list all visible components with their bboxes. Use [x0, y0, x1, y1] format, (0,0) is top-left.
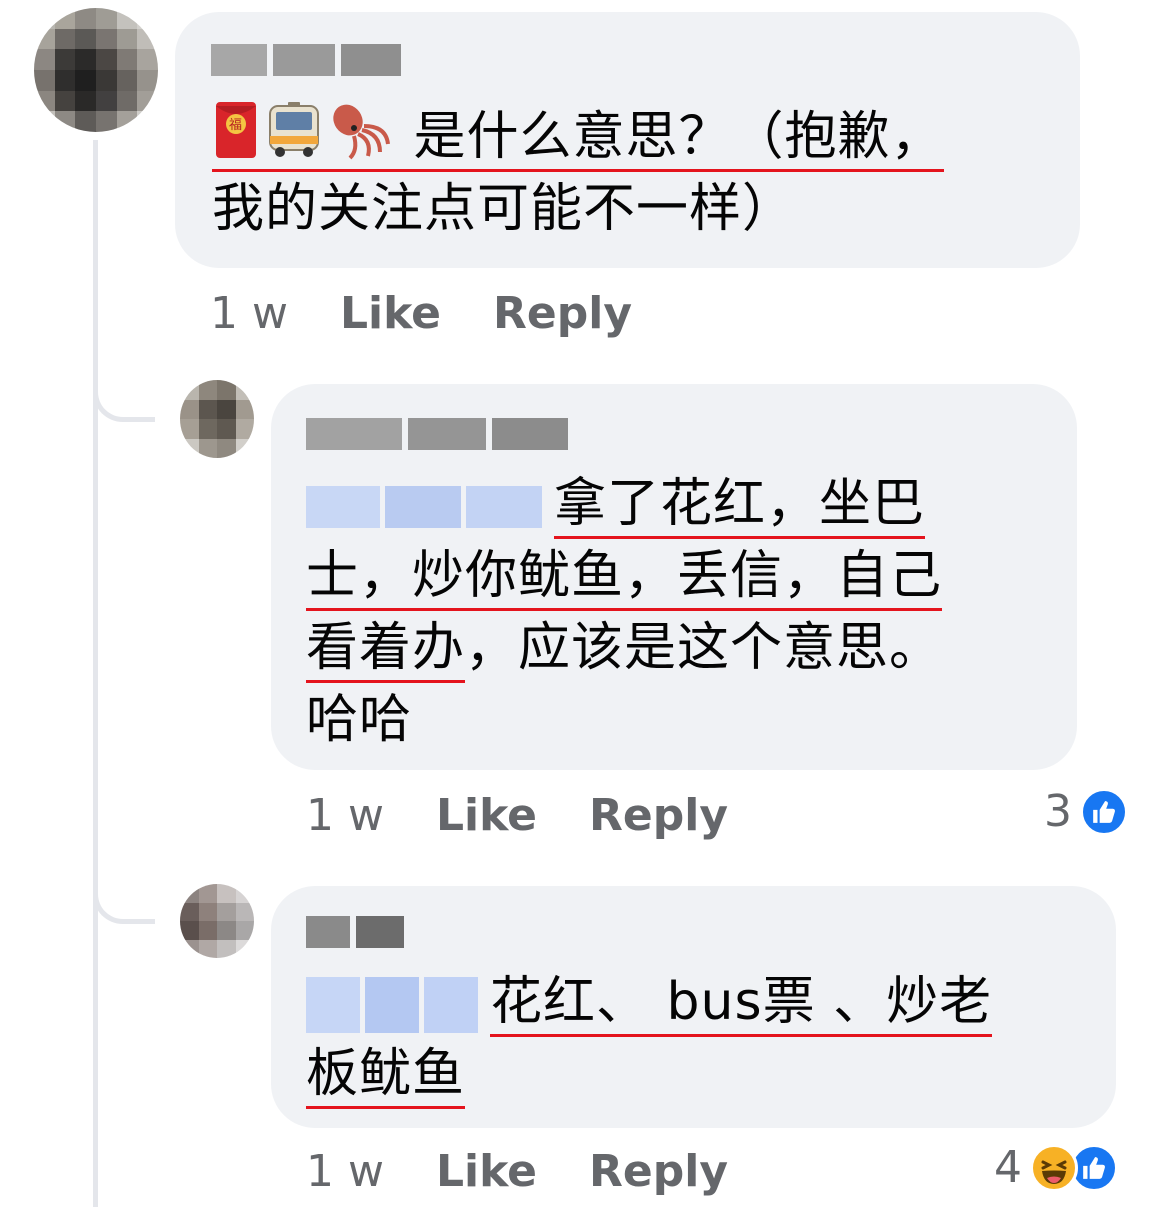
mention-link[interactable]	[306, 977, 478, 1033]
comment-text: 福 是什么意思？（抱歉， 我的关注点可能不一样）	[212, 100, 1052, 245]
like-button[interactable]: Like	[340, 288, 441, 339]
reply-author-name[interactable]	[306, 418, 568, 450]
timestamp[interactable]: 1 w	[306, 790, 384, 841]
reply-actions: 1 w Like Reply	[306, 790, 780, 841]
reply-actions: 1 w Like Reply	[306, 1146, 780, 1197]
thread-branch	[93, 878, 155, 924]
reply-button[interactable]: Reply	[493, 288, 632, 339]
reaction-count: 4	[994, 1142, 1022, 1193]
thread-line	[93, 140, 98, 1207]
avatar[interactable]	[180, 380, 254, 458]
timestamp[interactable]: 1 w	[306, 1146, 384, 1197]
avatar[interactable]	[180, 884, 254, 958]
like-button[interactable]: Like	[436, 790, 537, 841]
reaction-count: 3	[1044, 786, 1072, 837]
reply-text: 花红、 bus票 、炒老 板鱿鱼	[306, 966, 1096, 1110]
reply-author-name[interactable]	[306, 916, 404, 948]
comment-actions: 1 w Like Reply	[210, 288, 684, 339]
reply-text: 拿了花红，坐巴 士，炒你鱿鱼，丢信，自己 看着办，应该是这个意思。 哈哈	[306, 474, 943, 750]
bus-icon	[269, 102, 319, 157]
reaction-summary[interactable]: 4	[994, 1142, 1118, 1193]
like-reaction-icon	[1080, 787, 1128, 836]
reaction-summary[interactable]: 3	[1044, 786, 1128, 837]
svg-text:福: 福	[229, 118, 243, 133]
mention-link[interactable]	[306, 486, 542, 528]
haha-reaction-icon	[1030, 1143, 1078, 1192]
timestamp[interactable]: 1 w	[210, 288, 288, 339]
reply-button[interactable]: Reply	[589, 790, 728, 841]
reply-button[interactable]: Reply	[589, 1146, 728, 1197]
squid-icon	[333, 104, 390, 160]
thread-branch	[93, 376, 155, 422]
red-envelope-icon: 福	[216, 102, 256, 158]
like-button[interactable]: Like	[436, 1146, 537, 1197]
avatar[interactable]	[34, 8, 158, 132]
comment-author-name[interactable]	[211, 44, 401, 76]
